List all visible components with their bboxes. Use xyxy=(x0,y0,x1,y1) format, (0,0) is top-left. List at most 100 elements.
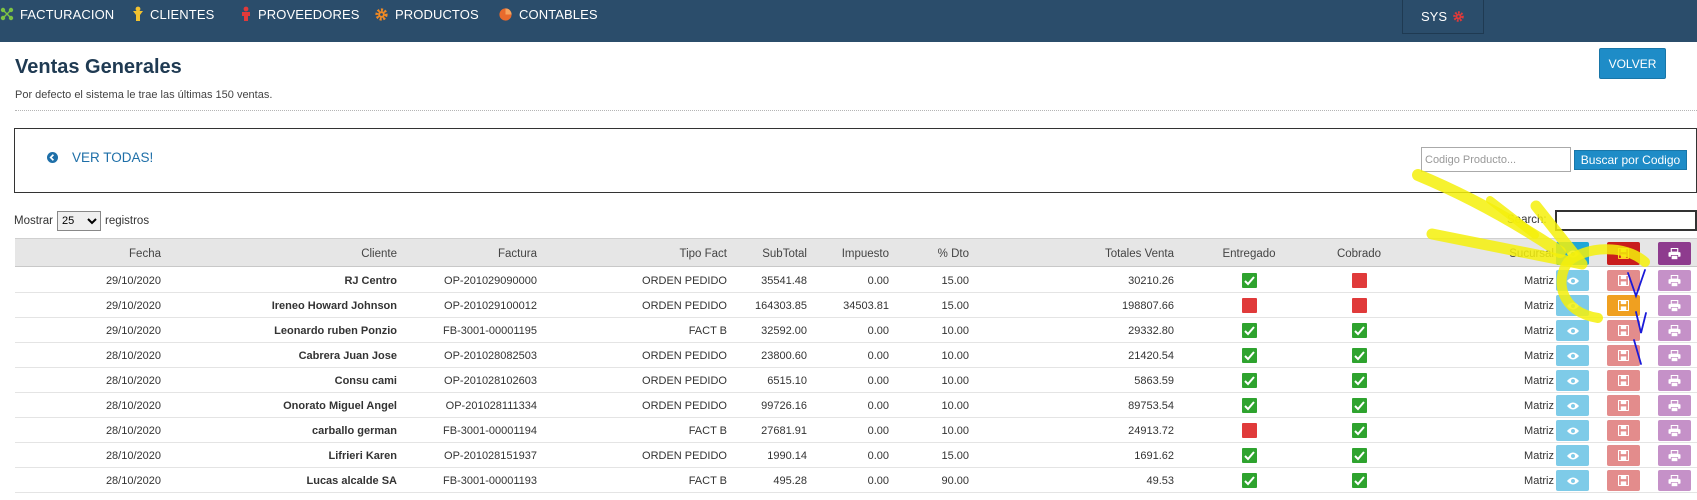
save-button[interactable] xyxy=(1607,320,1640,341)
save-button[interactable] xyxy=(1607,345,1640,366)
view-button[interactable] xyxy=(1556,420,1589,441)
cell-entregado xyxy=(1174,368,1324,393)
nav-contables[interactable]: CONTABLES xyxy=(498,0,598,28)
eye-icon xyxy=(1566,377,1579,384)
cell-factura: OP-201028102603 xyxy=(444,374,537,387)
save-button[interactable] xyxy=(1607,470,1640,491)
check-icon xyxy=(1351,373,1367,388)
printer-icon xyxy=(1668,349,1681,362)
cell-totales-venta: 5863.59 xyxy=(1134,374,1174,387)
nav-proveedores[interactable]: PROVEEDORES xyxy=(240,0,360,28)
view-button[interactable] xyxy=(1556,445,1589,466)
cell-cobrado xyxy=(1324,468,1394,493)
mostrar-label: Mostrar xyxy=(14,215,53,227)
save-button[interactable] xyxy=(1607,445,1640,466)
cell-factura: FB-3001-00001194 xyxy=(443,424,537,437)
floppy-disk-icon xyxy=(1618,475,1629,486)
check-icon xyxy=(1241,348,1257,363)
col-sucursal[interactable]: Sucursal xyxy=(1394,239,1554,268)
print-button[interactable] xyxy=(1658,345,1691,366)
col-subtotal[interactable]: SubTotal xyxy=(727,239,807,268)
cell-factura: FB-3001-00001195 xyxy=(443,324,537,337)
cell-sucursal: Matriz xyxy=(1524,399,1554,412)
cell-impuesto: 0.00 xyxy=(867,274,889,287)
search-input[interactable] xyxy=(1555,210,1697,231)
col-entregado[interactable]: Entregado xyxy=(1174,239,1324,268)
header-print-button[interactable] xyxy=(1658,242,1691,265)
cell-sucursal: Matriz xyxy=(1524,424,1554,437)
page-size-select[interactable]: 25 xyxy=(56,211,101,231)
save-button[interactable] xyxy=(1607,420,1640,441)
cell-sucursal: Matriz xyxy=(1524,324,1554,337)
cell-sucursal: Matriz xyxy=(1524,449,1554,462)
cell-cliente: Cabrera Juan Jose xyxy=(298,349,397,362)
check-icon xyxy=(1351,448,1367,463)
cell-subtotal: 99726.16 xyxy=(761,399,807,412)
cell-fecha: 29/10/2020 xyxy=(105,299,161,312)
printer-icon xyxy=(1668,299,1681,312)
page-size-control: Mostrar 25 registros xyxy=(14,211,149,231)
printer-icon xyxy=(1668,424,1681,437)
print-button[interactable] xyxy=(1658,370,1691,391)
check-icon xyxy=(1241,323,1257,338)
cross-status-icon xyxy=(1241,298,1257,313)
view-button[interactable] xyxy=(1556,395,1589,416)
cell-tipo-fact: ORDEN PEDIDO xyxy=(642,374,727,387)
view-button[interactable] xyxy=(1556,295,1589,316)
printer-icon xyxy=(1668,247,1681,260)
pie-chart-icon xyxy=(499,7,512,21)
print-button[interactable] xyxy=(1658,420,1691,441)
header-save-button[interactable] xyxy=(1607,242,1640,265)
view-button[interactable] xyxy=(1556,370,1589,391)
view-button[interactable] xyxy=(1556,345,1589,366)
save-button[interactable] xyxy=(1607,270,1640,291)
cell-subtotal: 27681.91 xyxy=(761,424,807,437)
col-cliente[interactable]: Cliente xyxy=(161,239,397,268)
print-button[interactable] xyxy=(1658,320,1691,341)
save-button[interactable] xyxy=(1607,370,1640,391)
col-fecha[interactable]: Fecha xyxy=(15,239,161,268)
view-button[interactable] xyxy=(1556,320,1589,341)
eye-icon xyxy=(1566,477,1579,484)
cell-cobrado xyxy=(1324,343,1394,368)
col-tipo-fact[interactable]: Tipo Fact xyxy=(537,239,727,268)
user-menu[interactable]: SYS xyxy=(1402,0,1484,34)
save-button[interactable] xyxy=(1607,295,1640,316)
print-button[interactable] xyxy=(1658,295,1691,316)
print-button[interactable] xyxy=(1658,470,1691,491)
nav-productos[interactable]: PRODUCTOS xyxy=(374,0,479,28)
col-impuesto[interactable]: Impuesto xyxy=(807,239,889,268)
printer-icon xyxy=(1668,474,1681,487)
cell-entregado xyxy=(1174,293,1324,318)
col-factura[interactable]: Factura xyxy=(397,239,537,268)
nav-label: FACTURACION xyxy=(20,6,115,22)
cell-cliente: carballo german xyxy=(312,424,397,437)
cell-entregado xyxy=(1174,418,1324,443)
view-button[interactable] xyxy=(1556,270,1589,291)
print-button[interactable] xyxy=(1658,445,1691,466)
nav-facturacion[interactable]: FACTURACION xyxy=(0,0,114,28)
cell-cobrado xyxy=(1324,368,1394,393)
print-button[interactable] xyxy=(1658,395,1691,416)
buscar-por-codigo-button[interactable]: Buscar por Codigo xyxy=(1574,150,1687,170)
codigo-producto-input[interactable] xyxy=(1421,147,1571,172)
col-totales-venta[interactable]: Totales Venta xyxy=(969,239,1174,268)
nav-clientes[interactable]: CLIENTES xyxy=(132,0,214,28)
cell-cliente: Leonardo ruben Ponzio xyxy=(274,324,397,337)
printer-icon xyxy=(1668,374,1681,387)
table-row: 28/10/2020 carballo german FB-3001-0000119… xyxy=(15,418,1697,443)
cell-dto: 15.00 xyxy=(941,274,969,287)
cell-totales-venta: 89753.54 xyxy=(1128,399,1174,412)
cell-cliente: Lifrieri Karen xyxy=(328,449,397,462)
col-dto[interactable]: % Dto xyxy=(889,239,969,268)
ver-todas-link[interactable]: VER TODAS! xyxy=(47,150,153,165)
cell-totales-venta: 30210.26 xyxy=(1128,274,1174,287)
volver-button[interactable]: VOLVER xyxy=(1599,48,1666,79)
view-button[interactable] xyxy=(1556,470,1589,491)
check-icon xyxy=(1351,473,1367,488)
header-view-button[interactable] xyxy=(1556,242,1589,265)
save-button[interactable] xyxy=(1607,395,1640,416)
check-icon xyxy=(1241,373,1257,388)
print-button[interactable] xyxy=(1658,270,1691,291)
col-cobrado[interactable]: Cobrado xyxy=(1324,239,1394,268)
